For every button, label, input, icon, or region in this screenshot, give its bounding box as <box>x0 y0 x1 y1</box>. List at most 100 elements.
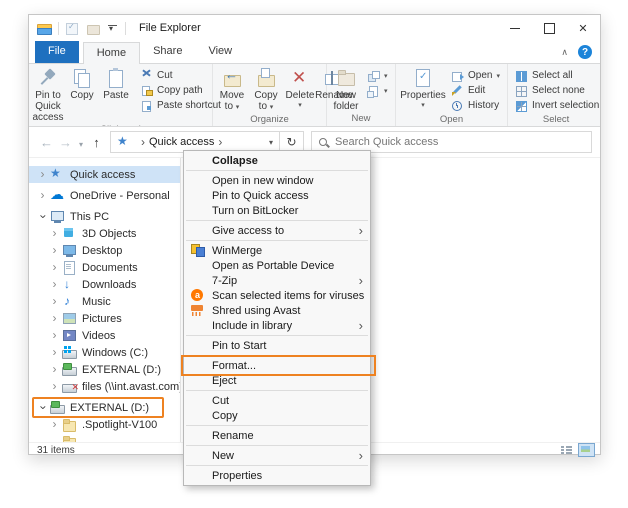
chevron-icon[interactable] <box>49 279 60 291</box>
chevron-icon[interactable] <box>49 330 60 342</box>
easy-access-icon <box>367 70 380 82</box>
select-all-button[interactable]: Select all <box>512 68 600 83</box>
chevron-icon[interactable] <box>49 347 60 359</box>
up-button[interactable] <box>87 135 106 150</box>
delete-button[interactable]: Delete <box>283 65 317 109</box>
menu-item-cut[interactable]: Cut <box>184 393 370 408</box>
tree-item-spotlight-v100[interactable]: .Spotlight-V100 <box>29 416 180 433</box>
menu-item-label: 7-Zip <box>212 275 237 287</box>
group-label: Organize <box>215 113 324 126</box>
select-none-button[interactable]: Select none <box>512 83 600 98</box>
minimize-button[interactable] <box>498 15 532 41</box>
paste-shortcut-button[interactable]: Paste shortcut <box>137 98 224 113</box>
menu-item-open-in-new-window[interactable]: Open in new window <box>184 173 370 188</box>
copy-path-button[interactable]: Copy path <box>137 83 224 98</box>
menu-item-open-as-portable-device[interactable]: Open as Portable Device <box>184 258 370 273</box>
tab-view[interactable]: View <box>195 41 245 63</box>
chevron-icon[interactable] <box>49 262 60 274</box>
properties-button[interactable]: Properties <box>398 65 448 109</box>
tree-item[interactable] <box>29 433 180 442</box>
tab-file[interactable]: File <box>35 41 79 63</box>
menu-item-pin-to-quick-access[interactable]: Pin to Quick access <box>184 188 370 203</box>
tree-item-label: Documents <box>82 262 138 274</box>
menu-item-format[interactable]: Format... <box>184 358 370 373</box>
recent-locations-button[interactable] <box>75 135 87 150</box>
chevron-icon[interactable] <box>49 245 60 257</box>
menu-item-shred-using-avast[interactable]: Shred using Avast <box>184 303 370 318</box>
chevron-icon[interactable] <box>49 313 60 325</box>
button-label: Delete <box>286 90 315 101</box>
customize-toolbar-icon[interactable] <box>107 22 119 35</box>
address-dropdown-icon[interactable] <box>265 136 277 148</box>
menu-item-give-access-to[interactable]: Give access to <box>184 223 370 238</box>
tree-item-music[interactable]: Music <box>29 293 180 310</box>
tab-home[interactable]: Home <box>83 42 140 64</box>
chevron-icon[interactable] <box>49 296 60 308</box>
thumbnails-view-button[interactable] <box>578 443 595 457</box>
copy-to-button[interactable]: Copy to <box>249 65 283 113</box>
menu-item-rename[interactable]: Rename <box>184 428 370 443</box>
chevron-icon[interactable] <box>37 190 48 202</box>
edit-button[interactable]: Edit <box>448 83 503 98</box>
tree-item-external-d[interactable]: EXTERNAL (D:) <box>29 361 180 378</box>
pin-to-quick-access-button[interactable]: Pin to Quick access <box>31 65 65 123</box>
paste-button[interactable]: Paste <box>99 65 133 101</box>
close-button[interactable] <box>566 15 600 41</box>
back-button[interactable] <box>37 135 56 150</box>
tree-item-videos[interactable]: Videos <box>29 327 180 344</box>
details-view-button[interactable] <box>559 444 574 456</box>
help-button[interactable] <box>578 45 592 59</box>
tree-item-quick-access[interactable]: Quick access <box>29 166 180 183</box>
cut-button[interactable]: Cut <box>137 68 224 83</box>
menu-item-turn-on-bitlocker[interactable]: Turn on BitLocker <box>184 203 370 218</box>
tree-item-3d-objects[interactable]: 3D Objects <box>29 225 180 242</box>
tree-item-pictures[interactable]: Pictures <box>29 310 180 327</box>
tree-item-documents[interactable]: Documents <box>29 259 180 276</box>
forward-button[interactable] <box>56 135 75 150</box>
tree-item-files-int-avast-com-w[interactable]: files (\\int.avast.com) (W:) <box>29 378 180 395</box>
tab-share[interactable]: Share <box>140 41 195 63</box>
invert-selection-button[interactable]: Invert selection <box>512 98 600 113</box>
menu-item-pin-to-start[interactable]: Pin to Start <box>184 338 370 353</box>
star-icon <box>50 168 65 181</box>
chevron-icon[interactable] <box>49 419 60 431</box>
menu-item-new[interactable]: New <box>184 448 370 463</box>
menu-item-eject[interactable]: Eject <box>184 373 370 388</box>
menu-item-winmerge[interactable]: WinMerge <box>184 243 370 258</box>
chevron-icon[interactable] <box>37 211 48 223</box>
breadcrumb[interactable]: Quick access <box>149 136 214 148</box>
maximize-button[interactable] <box>532 15 566 41</box>
new-folder-qat-icon[interactable] <box>86 22 101 35</box>
chevron-icon[interactable] <box>37 169 48 181</box>
properties-qat-icon[interactable] <box>65 22 80 35</box>
easy-access-button[interactable] <box>364 68 391 83</box>
menu-item-include-in-library[interactable]: Include in library <box>184 318 370 333</box>
tree-item-desktop[interactable]: Desktop <box>29 242 180 259</box>
search-input[interactable] <box>335 136 585 148</box>
dropdown-arrow-icon <box>270 101 274 113</box>
tree-item-external-d[interactable]: EXTERNAL (D:) <box>29 399 180 416</box>
tree-item-this-pc[interactable]: This PC <box>29 208 180 225</box>
new-folder-button[interactable]: New folder <box>329 65 363 112</box>
menu-item-collapse[interactable]: Collapse <box>184 153 370 168</box>
menu-separator <box>186 355 368 356</box>
menu-item-scan-selected-items-for-viruses[interactable]: Scan selected items for viruses <box>184 288 370 303</box>
chevron-icon[interactable] <box>49 364 60 376</box>
tree-item-windows-c[interactable]: Windows (C:) <box>29 344 180 361</box>
tree-item-onedrive-personal[interactable]: OneDrive - Personal <box>29 187 180 204</box>
copy-button[interactable]: Copy <box>65 65 99 101</box>
collapse-ribbon-icon[interactable] <box>561 46 568 58</box>
tree-item-downloads[interactable]: Downloads <box>29 276 180 293</box>
history-button[interactable]: History <box>448 98 503 113</box>
menu-item-copy[interactable]: Copy <box>184 408 370 423</box>
menu-item-7-zip[interactable]: 7-Zip <box>184 273 370 288</box>
move-to-button[interactable]: Move to <box>215 65 249 113</box>
chevron-icon[interactable] <box>37 402 48 414</box>
chevron-icon[interactable] <box>49 228 60 240</box>
open-button[interactable]: Open <box>448 68 503 83</box>
copy-to-icon <box>255 67 277 89</box>
menu-item-properties[interactable]: Properties <box>184 468 370 483</box>
new-item-button[interactable] <box>364 83 391 98</box>
ribbon: Pin to Quick access Copy Paste Cut <box>29 64 600 127</box>
chevron-icon[interactable] <box>49 381 60 393</box>
